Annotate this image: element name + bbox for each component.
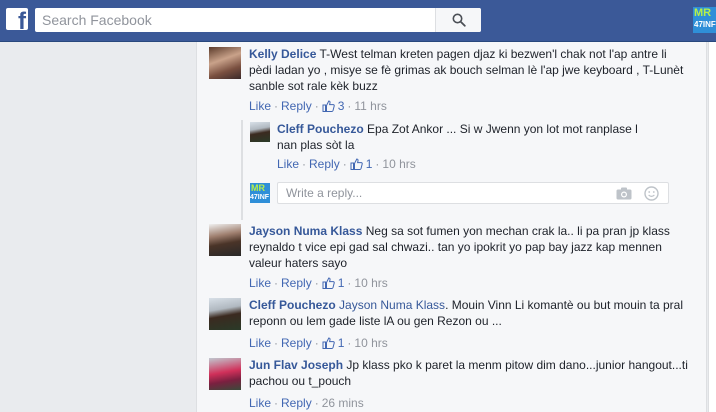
comment-author[interactable]: Cleff Pouchezo — [277, 122, 364, 136]
thumbs-up-icon — [322, 277, 335, 289]
comment-body: Kelly Delice T-West telman kreten pagen … — [249, 46, 689, 94]
comments-feed: Kelly Delice T-West telman kreten pagen … — [196, 42, 707, 412]
comment-time[interactable]: 11 hrs — [354, 99, 386, 113]
comment-mention[interactable]: Jayson Numa Klass — [339, 298, 445, 312]
thumbs-up-icon — [322, 100, 335, 112]
like-button[interactable]: Like — [249, 336, 271, 350]
avatar[interactable] — [209, 47, 241, 79]
comment-time[interactable]: 10 hrs — [354, 336, 387, 350]
search-button[interactable] — [435, 8, 481, 32]
top-bar: f MR 47INF — [0, 0, 716, 42]
like-button[interactable]: Like — [249, 99, 271, 113]
facebook-logo-icon[interactable]: f — [6, 8, 28, 30]
reply-button[interactable]: Reply — [281, 396, 312, 410]
comment-author[interactable]: Jun Flav Joseph — [249, 358, 343, 372]
comment-author[interactable]: Cleff Pouchezo — [249, 298, 336, 312]
like-button[interactable]: Like — [277, 157, 299, 171]
comment-actions: Like · Reply · 1 · 10 hrs — [277, 157, 416, 171]
search-bar — [35, 8, 481, 32]
comment-actions: Like · Reply · 1 · 10 hrs — [249, 336, 388, 350]
avatar[interactable] — [209, 224, 241, 256]
reply-button[interactable]: Reply — [281, 276, 312, 290]
avatar[interactable] — [250, 122, 270, 142]
reply-button[interactable]: Reply — [281, 336, 312, 350]
thumbs-up-icon — [350, 158, 363, 170]
comment-actions: Like · Reply · 3 · 11 hrs — [249, 99, 387, 113]
like-button[interactable]: Like — [249, 396, 271, 410]
like-count[interactable]: 1 — [322, 336, 344, 350]
reply-composer — [277, 182, 669, 204]
comment-author[interactable]: Kelly Delice — [249, 47, 316, 61]
avatar[interactable] — [209, 358, 241, 390]
comment-body: Cleff Pouchezo Epa Zot Ankor ... Si w Jw… — [277, 121, 647, 153]
avatar[interactable] — [209, 298, 241, 330]
right-column-edge — [708, 42, 716, 412]
search-input[interactable] — [35, 8, 435, 32]
like-count[interactable]: 1 — [350, 157, 372, 171]
like-count[interactable]: 1 — [322, 276, 344, 290]
profile-avatar[interactable]: MR 47INF — [693, 7, 716, 33]
emoji-icon[interactable] — [644, 186, 659, 201]
avatar: MR 47INF — [250, 183, 270, 203]
comment-body: Jun Flav Joseph Jp klass pko k paret la … — [249, 357, 689, 389]
camera-icon[interactable] — [616, 187, 632, 200]
reply-input[interactable] — [278, 183, 598, 203]
comment-time[interactable]: 10 hrs — [354, 276, 387, 290]
comment-author[interactable]: Jayson Numa Klass — [249, 224, 362, 238]
comment-actions: Like · Reply · 1 · 10 hrs — [249, 276, 388, 290]
thumbs-up-icon — [322, 337, 335, 349]
reply-thread-line — [241, 120, 243, 220]
reply-button[interactable]: Reply — [309, 157, 340, 171]
like-count[interactable]: 3 — [322, 99, 344, 113]
search-icon — [452, 13, 466, 27]
comment-body: Jayson Numa Klass Neg sa sot fumen yon m… — [249, 223, 689, 271]
comment-actions: Like · Reply · 26 mins — [249, 396, 364, 410]
reply-button[interactable]: Reply — [281, 99, 312, 113]
comment-time[interactable]: 26 mins — [322, 396, 364, 410]
like-button[interactable]: Like — [249, 276, 271, 290]
comment-body: Cleff Pouchezo Jayson Numa Klass. Mouin … — [249, 297, 689, 329]
comment-time[interactable]: 10 hrs — [382, 157, 415, 171]
